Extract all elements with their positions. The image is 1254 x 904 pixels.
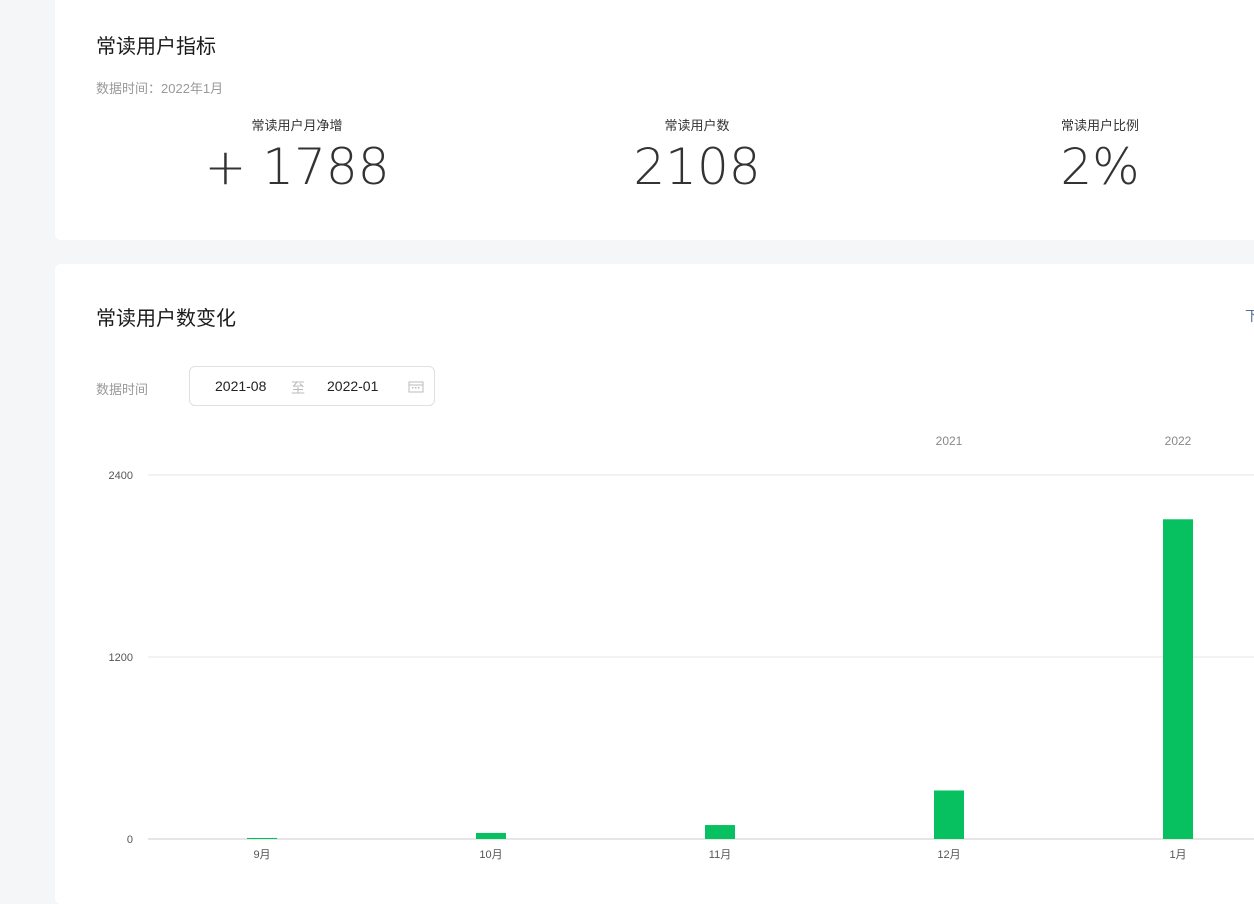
metric-label: 常读用户数 — [664, 118, 730, 133]
bar — [476, 832, 506, 839]
metric-net-increase: 常读用户月净增 + 1788 — [147, 115, 447, 196]
bar-chart: 0 1200 2400 9月 10月 11月 12月 1月 2021 2022 — [109, 434, 1254, 861]
bar — [705, 825, 735, 839]
trend-card: 常读用户数变化 下 数据时间 2021-08 至 2022-01 0 1200 24… — [55, 264, 1254, 904]
range-separator: 至 — [291, 380, 305, 396]
data-time: 数据时间：2022年1月 — [96, 81, 224, 96]
metric-user-count: 常读用户数 2108 — [547, 115, 847, 196]
year-label: 2021 — [936, 434, 963, 448]
y-tick-label: 0 — [127, 834, 133, 846]
bar — [247, 837, 277, 839]
metric-value: 2% — [1060, 138, 1140, 196]
metrics-card: 常读用户指标 数据时间：2022年1月 常读用户月净增 + 1788 常读用户数… — [55, 0, 1254, 240]
x-tick-label: 12月 — [937, 849, 960, 861]
bar — [1163, 519, 1193, 839]
range-start[interactable]: 2021-08 — [215, 378, 266, 394]
card-title: 常读用户指标 — [96, 36, 216, 58]
x-tick-label: 11月 — [709, 849, 731, 861]
download-link[interactable]: 下 — [1245, 306, 1254, 326]
date-range-picker[interactable]: 2021-08 至 2022-01 — [189, 366, 435, 406]
metric-value: + 1788 — [204, 138, 390, 196]
range-end[interactable]: 2022-01 — [327, 378, 378, 394]
data-time-label: 数据时间 — [96, 382, 149, 397]
metric-label: 常读用户月净增 — [251, 118, 343, 133]
year-label: 2022 — [1165, 434, 1192, 448]
metric-value: 2108 — [633, 138, 761, 196]
bar — [934, 790, 964, 839]
x-tick-label: 9月 — [253, 849, 270, 861]
y-tick-label: 2400 — [109, 470, 133, 482]
metric-user-ratio: 常读用户比例 2% — [950, 115, 1250, 196]
x-tick-label: 10月 — [479, 849, 502, 861]
x-tick-label: 1月 — [1169, 849, 1186, 861]
calendar-icon[interactable] — [408, 380, 424, 393]
y-tick-label: 1200 — [109, 652, 133, 664]
card-title: 常读用户数变化 — [96, 308, 236, 330]
metric-label: 常读用户比例 — [1060, 118, 1139, 133]
